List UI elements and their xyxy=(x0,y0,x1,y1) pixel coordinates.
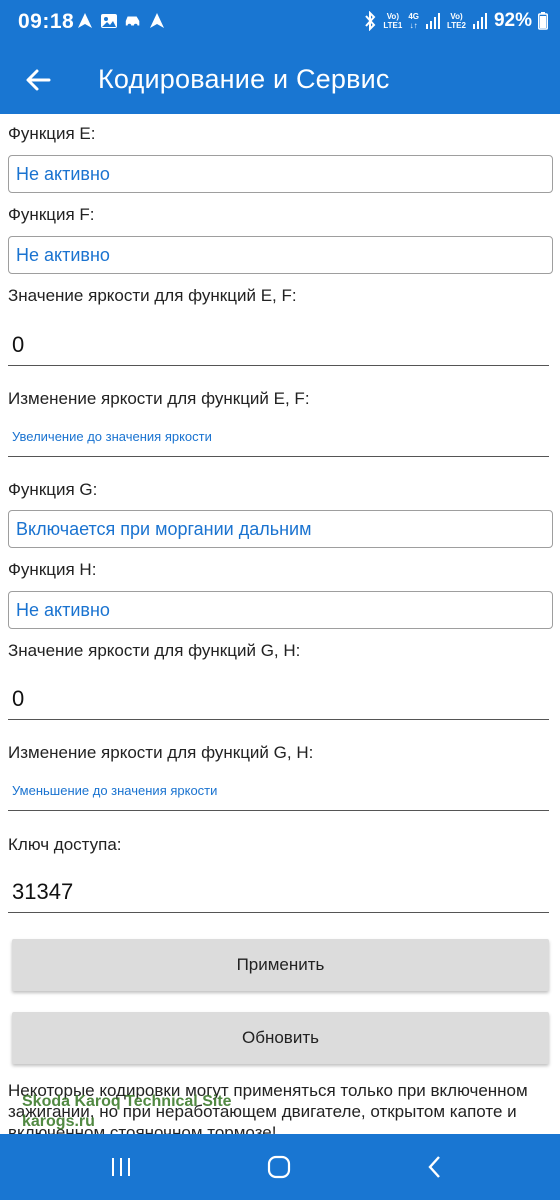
function-h-select[interactable]: Не активно xyxy=(8,591,553,629)
image-icon xyxy=(101,14,117,28)
signal-icon xyxy=(426,13,440,29)
page-title: Кодирование и Сервис xyxy=(98,64,390,94)
watermark-line1: Skoda Karoq Technical Site xyxy=(22,1093,232,1110)
access-key-label: Ключ доступа: xyxy=(8,835,122,854)
navigation-icon xyxy=(78,13,92,28)
system-nav-bar xyxy=(0,1134,560,1200)
battery-icon xyxy=(538,12,548,30)
status-bar: 09:18 Vo) LTE1 4G ↓↑ Vo) LTE2 92% xyxy=(0,0,560,48)
notification-icons xyxy=(76,12,166,30)
function-g-label: Функция G: xyxy=(8,480,98,499)
signal-icon xyxy=(472,13,487,29)
apply-button[interactable]: Применить xyxy=(12,939,549,991)
watermark-line2: karogs.ru xyxy=(22,1113,95,1130)
navigation-icon xyxy=(150,13,164,28)
watermark: Skoda Karoq Technical Site karogs.ru xyxy=(22,1092,232,1132)
recent-apps-icon xyxy=(112,1158,130,1176)
recent-apps-button[interactable] xyxy=(106,1152,136,1182)
app-bar: Кодирование и Сервис xyxy=(0,48,560,114)
back-nav-button[interactable] xyxy=(420,1152,450,1182)
function-e-select[interactable]: Не активно xyxy=(8,155,553,193)
refresh-button[interactable]: Обновить xyxy=(12,1012,549,1064)
brightness-change-gh-select[interactable]: Уменьшение до значения яркости xyxy=(8,783,549,811)
brightness-change-gh-label: Изменение яркости для функций G, H: xyxy=(8,743,314,762)
function-f-label: Функция F: xyxy=(8,205,95,224)
function-e-label: Функция E: xyxy=(8,124,96,143)
volte-lte1: Vo) LTE1 xyxy=(383,12,403,30)
status-time: 09:18 xyxy=(18,10,75,33)
volte-lte2: Vo) LTE2 xyxy=(447,12,466,30)
function-g-select[interactable]: Включается при моргании дальним xyxy=(8,510,553,548)
battery-percent: 92% xyxy=(493,10,532,31)
brightness-change-ef-label: Изменение яркости для функций E, F: xyxy=(8,389,310,408)
brightness-ef-input[interactable]: 0 xyxy=(8,326,549,366)
brightness-gh-label: Значение яркости для функций G, H: xyxy=(8,641,301,660)
network-4g: 4G ↓↑ xyxy=(408,12,419,30)
brightness-change-ef-select[interactable]: Увеличение до значения яркости xyxy=(8,429,549,457)
brightness-ef-label: Значение яркости для функций E, F: xyxy=(8,286,297,305)
home-icon xyxy=(267,1155,291,1179)
bluetooth-icon xyxy=(365,11,376,31)
arrow-back-icon xyxy=(26,69,51,91)
settings-form[interactable]: Функция E: Не активно Функция F: Не акти… xyxy=(0,114,560,1134)
home-button[interactable] xyxy=(264,1152,294,1182)
function-f-select[interactable]: Не активно xyxy=(8,236,553,274)
chevron-left-icon xyxy=(428,1156,440,1178)
function-h-label: Функция H: xyxy=(8,560,97,579)
brightness-gh-input[interactable]: 0 xyxy=(8,680,549,720)
access-key-input[interactable]: 31347 xyxy=(8,873,549,913)
status-right: Vo) LTE1 4G ↓↑ Vo) LTE2 92% xyxy=(363,10,548,32)
car-icon xyxy=(125,16,140,28)
back-button[interactable] xyxy=(20,62,56,98)
